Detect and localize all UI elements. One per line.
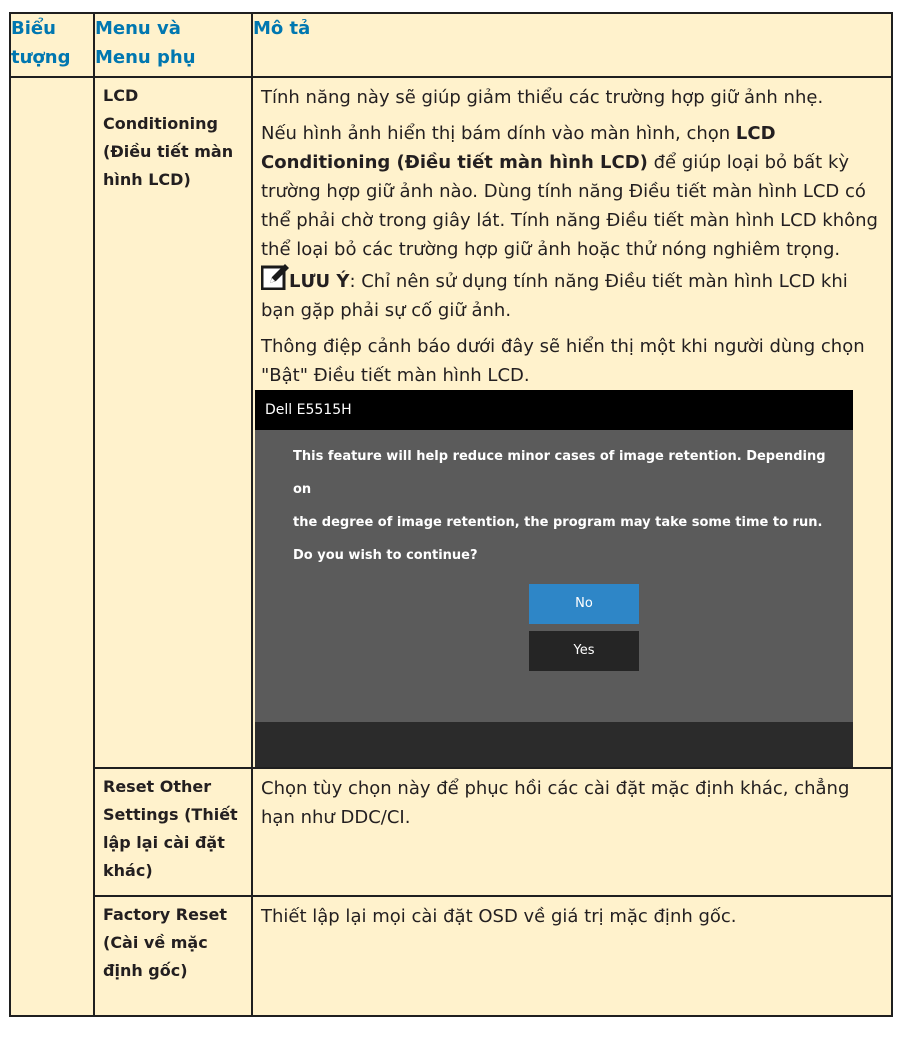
header-icon: Biểu tượng	[9, 12, 95, 78]
table-header-row: Biểu tượng Menu và Menu phụ Mô tả	[9, 12, 893, 78]
table-row-factory-reset: Factory Reset (Cài về mặc định gốc) Thiế…	[10, 895, 893, 1017]
header-menu-line1: Menu và	[95, 18, 181, 39]
osd-button-group: No Yes	[293, 572, 839, 722]
description-lcd-conditioning: Tính năng này sẽ giúp giảm thiểu các trư…	[251, 76, 893, 769]
description-factory-reset: Thiết lập lại mọi cài đặt OSD về giá trị…	[251, 895, 893, 1017]
submenu-lcd-conditioning: LCD Conditioning (Điều tiết màn hình LCD…	[93, 76, 253, 769]
header-icon-line1: Biểu	[11, 18, 56, 39]
header-icon-line2: tượng	[11, 47, 71, 68]
osd-message-line3: Do you wish to continue?	[293, 548, 478, 563]
note-label: LƯU Ý	[289, 271, 350, 292]
table-row-lcd-conditioning: LCD Conditioning (Điều tiết màn hình LCD…	[9, 76, 893, 1017]
osd-warning-dialog: Dell E5515H This feature will help reduc…	[255, 390, 853, 767]
osd-dialog-body: This feature will help reduce minor case…	[255, 430, 853, 722]
submenu-reset-other-settings: Reset Other Settings (Thiết lập lại cài …	[93, 767, 253, 897]
lcd-desc-p2: Nếu hình ảnh hiển thị bám dính vào màn h…	[261, 119, 883, 264]
icon-cell	[9, 76, 95, 1017]
lcd-desc-p1: Tính năng này sẽ giúp giảm thiểu các trư…	[261, 87, 824, 108]
osd-dialog-footer	[255, 722, 853, 767]
osd-message-line2: the degree of image retention, the progr…	[293, 515, 823, 530]
submenu-factory-reset: Factory Reset (Cài về mặc định gốc)	[93, 895, 253, 1017]
lcd-desc-p3: Thông điệp cảnh báo dưới đây sẽ hiển thị…	[261, 336, 865, 386]
osd-menu-table: Biểu tượng Menu và Menu phụ Mô tả LCD Co…	[9, 12, 893, 1017]
table-row-reset-other: Reset Other Settings (Thiết lập lại cài …	[10, 767, 893, 897]
lcd-desc-p2-before: Nếu hình ảnh hiển thị bám dính vào màn h…	[261, 123, 736, 144]
header-menu: Menu và Menu phụ	[93, 12, 253, 78]
note-text: : Chỉ nên sử dụng tính năng Điều tiết mà…	[261, 271, 848, 321]
note-paragraph: LƯU Ý: Chỉ nên sử dụng tính năng Điều ti…	[260, 264, 883, 325]
yes-button[interactable]: Yes	[529, 631, 639, 671]
osd-dialog-title: Dell E5515H	[255, 390, 853, 430]
pencil-note-icon	[260, 264, 289, 291]
description-reset-other-settings: Chọn tùy chọn này để phục hồi các cài đặ…	[251, 767, 893, 897]
header-menu-line2: Menu phụ	[95, 47, 196, 68]
no-button[interactable]: No	[529, 584, 639, 624]
osd-message-line1: This feature will help reduce minor case…	[293, 449, 826, 497]
header-description: Mô tả	[251, 12, 893, 78]
